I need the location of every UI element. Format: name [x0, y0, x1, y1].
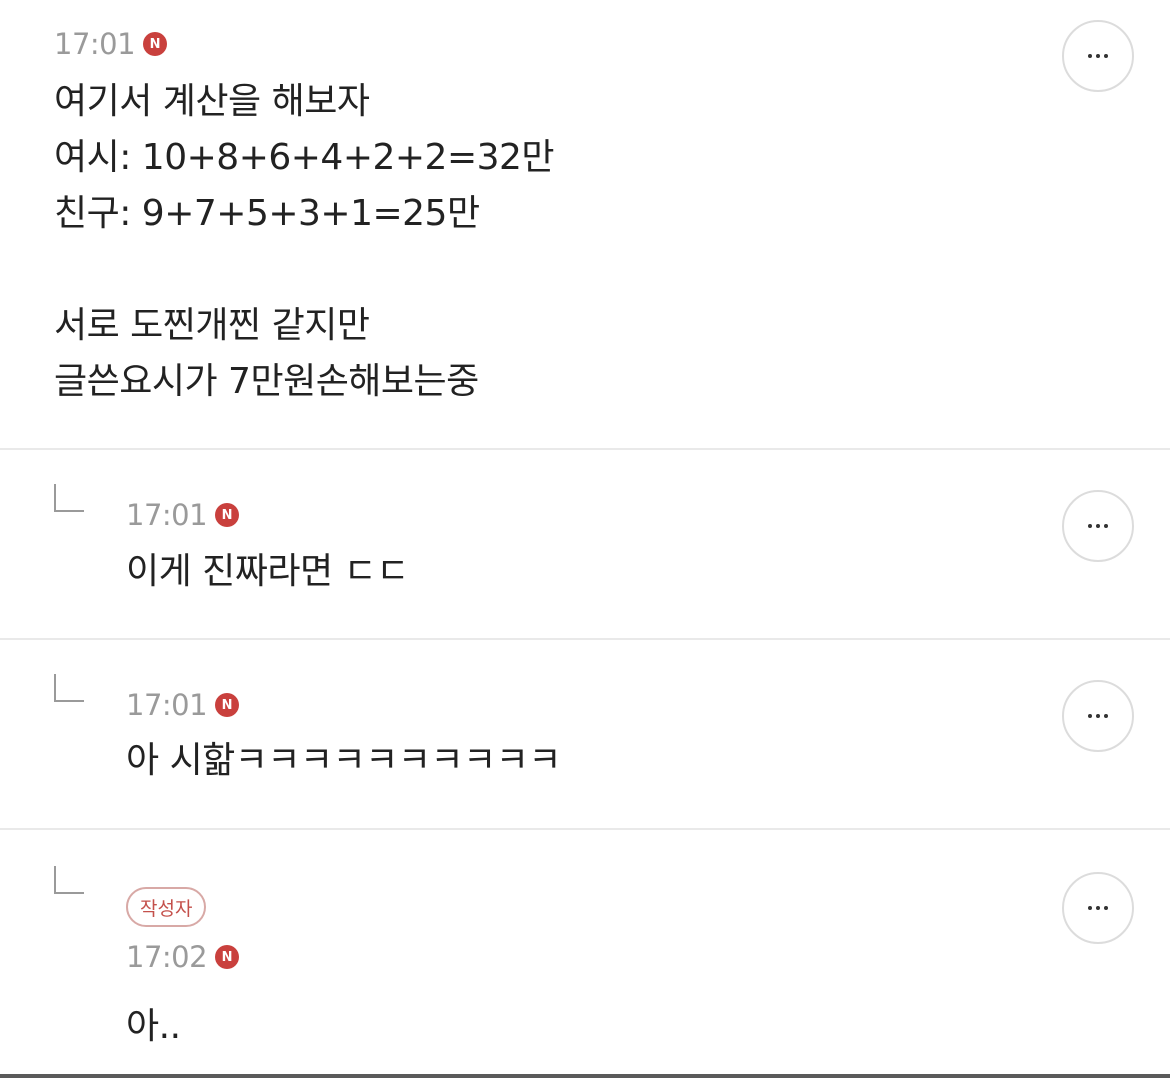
comment-time: 17:01: [126, 688, 208, 722]
new-badge-icon: N: [143, 32, 168, 56]
comment-time: 17:01: [126, 498, 208, 532]
comment-meta: 17:02 N: [126, 940, 240, 974]
reply-corner-icon: [54, 484, 84, 512]
author-badge: 작성자: [126, 887, 207, 927]
comment-item: 17:01 N 여기서 계산을 해보자 여시: 10+8+6+4+2+2=32만…: [0, 0, 1170, 448]
new-badge-icon: N: [215, 503, 240, 527]
more-horizontal-icon: [1088, 906, 1108, 910]
more-horizontal-icon: [1088, 714, 1108, 718]
reply-corner-icon: [54, 674, 84, 702]
reply-corner-icon: [54, 866, 84, 894]
new-badge-icon: N: [215, 945, 240, 969]
comment-text: 이게 진짜라면 ㄷㄷ: [126, 551, 409, 592]
more-options-button[interactable]: [1062, 680, 1134, 752]
comment-time: 17:01: [54, 27, 136, 61]
comment-text: 여기서 계산을 해보자 여시: 10+8+6+4+2+2=32만 친구: 9+7…: [54, 81, 555, 402]
comment-meta: 17:01 N: [126, 688, 240, 722]
comment-text: 아 시핢ㅋㅋㅋㅋㅋㅋㅋㅋㅋㅋ: [126, 740, 562, 781]
more-options-button[interactable]: [1062, 20, 1134, 92]
more-horizontal-icon: [1088, 524, 1108, 528]
divider: [0, 828, 1170, 830]
more-horizontal-icon: [1088, 54, 1108, 58]
divider: [0, 638, 1170, 640]
comment-text: 아..: [126, 1006, 181, 1047]
bottom-border: [0, 1074, 1170, 1078]
comment-meta: 17:01 N: [54, 27, 168, 61]
comment-meta: 17:01 N: [126, 498, 240, 532]
more-options-button[interactable]: [1062, 872, 1134, 944]
comment-time: 17:02: [126, 940, 208, 974]
more-options-button[interactable]: [1062, 490, 1134, 562]
new-badge-icon: N: [215, 693, 240, 717]
